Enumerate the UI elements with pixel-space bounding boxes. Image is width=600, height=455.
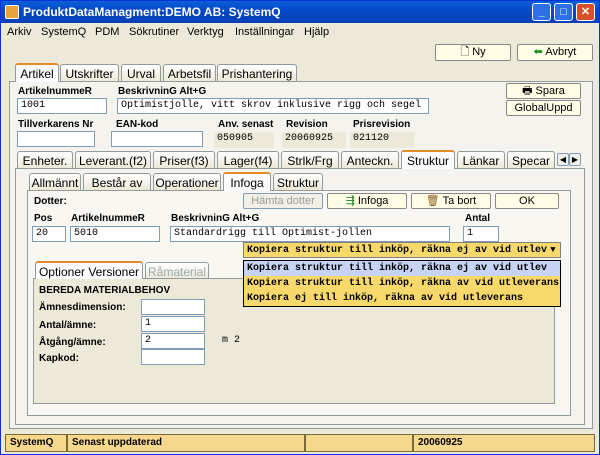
arrow-left-icon: ⬅ [533, 46, 546, 58]
material-heading: BEREDA MATERIALBEHOV [39, 285, 171, 296]
insert-button[interactable]: ⇶ Infoga [327, 193, 407, 209]
new-doc-icon: 🗋 [460, 46, 473, 58]
child-desc-label: BeskrivninG Alt+G [171, 213, 260, 224]
cut-code-input[interactable] [141, 349, 205, 365]
save-button[interactable]: 🖶 Spara [506, 83, 581, 99]
app-icon [5, 5, 19, 19]
status-date: 20060925 [413, 434, 595, 452]
usage-unit: m 2 [219, 334, 259, 350]
tab-lankar[interactable]: Länkar [457, 151, 505, 168]
cancel-button[interactable]: ⬅ Avbryt [517, 44, 593, 61]
trash-icon: 🗑 [425, 195, 443, 207]
tab-bestar-av[interactable]: Består av [83, 173, 151, 190]
window-title: ProduktDataManagment:DEMO AB: SystemQ [23, 5, 281, 19]
tab-artikel[interactable]: Artikel [15, 63, 59, 82]
tab-prishantering[interactable]: Prishantering [217, 64, 297, 81]
child-desc-input[interactable]: Standardrigg till Optimist-jollen [170, 226, 450, 242]
fetch-daughter-button[interactable]: Hämta dotter [243, 193, 323, 209]
pos-input[interactable]: 20 [32, 226, 66, 242]
qty-input[interactable]: 1 [463, 226, 499, 242]
usage-input[interactable]: 2 [141, 333, 205, 349]
arrow-left-icon: ◀ [559, 155, 567, 164]
copy-mode-select[interactable]: Kopiera struktur till inköp, räkna ej av… [243, 242, 561, 258]
printer-icon: 🖶 [522, 85, 536, 97]
menu-hjalp[interactable]: Hjälp [304, 26, 329, 38]
title-bar: ProduktDataManagment:DEMO AB: SystemQ _ … [1, 1, 599, 23]
tab-utskrifter[interactable]: Utskrifter [60, 64, 119, 81]
tab-optioner-versioner[interactable]: Optioner Versioner [35, 261, 143, 279]
revision-value: 20060925 [282, 132, 346, 148]
qty-label: Antal [465, 213, 490, 224]
copy-mode-dropdown: Kopiera struktur till inköp, räkna ej av… [243, 260, 561, 307]
price-revision-label: Prisrevision [353, 119, 411, 130]
ean-input[interactable] [111, 131, 203, 147]
arrow-right-icon: ▶ [571, 155, 579, 164]
tab-operationer[interactable]: Operationer [153, 173, 221, 190]
new-button[interactable]: 🗋 Ny [435, 44, 511, 61]
status-cell-empty [305, 434, 413, 452]
qty-per-blank-input[interactable]: 1 [141, 316, 205, 332]
article-desc-input[interactable]: Optimistjolle, vitt skrov inklusive rigg… [117, 98, 429, 114]
tab-scroll-right-button[interactable]: ▶ [569, 153, 581, 166]
dimension-label: Ämnesdimension: [39, 302, 126, 313]
tab-priser[interactable]: Priser(f3) [153, 151, 215, 168]
last-used-label: Anv. senast [218, 119, 274, 130]
tab-ramaterial[interactable]: Råmaterial [145, 262, 209, 279]
qty-per-blank-label: Antal/ämne: [39, 320, 97, 331]
price-revision-value: 021120 [350, 132, 414, 148]
maximize-button[interactable]: □ [554, 3, 573, 21]
tab-lager[interactable]: Lager(f4) [217, 151, 279, 168]
menu-bar: Arkiv SystemQ PDM Sökrutiner Verktyg Ins… [1, 23, 599, 42]
status-app: SystemQ [5, 434, 67, 452]
app-window: ProduktDataManagment:DEMO AB: SystemQ _ … [0, 0, 600, 455]
status-updated-label: Senast uppdaterad [67, 434, 305, 452]
cut-code-label: Kapkod: [39, 353, 79, 364]
menu-arkiv[interactable]: Arkiv [7, 26, 31, 38]
article-desc-label: BeskrivninG Alt+G [118, 86, 207, 97]
delete-button[interactable]: 🗑 Ta bort [411, 193, 491, 209]
global-update-button[interactable]: GlobalUppd [506, 100, 581, 116]
article-nr-label: ArtikelnummeR [18, 86, 92, 97]
last-used-value: 050905 [214, 132, 274, 148]
dropdown-option[interactable]: Kopiera struktur till inköp, räkna ej av… [244, 261, 560, 276]
tab-arbetsfil[interactable]: Arbetsfil [163, 64, 216, 81]
usage-label: Åtgång/ämne: [39, 337, 106, 348]
close-button[interactable]: ✕ [576, 3, 595, 21]
ean-label: EAN-kod [116, 119, 159, 130]
dimension-input[interactable] [141, 299, 205, 315]
tab-allmannt[interactable]: Allmännt [29, 173, 81, 190]
tab-specar[interactable]: Specar [507, 151, 555, 168]
chevron-down-icon[interactable]: ▼ [546, 243, 560, 257]
tab-leverant[interactable]: Leverant.(f2) [75, 151, 151, 168]
menu-systemq[interactable]: SystemQ [41, 26, 86, 38]
menu-sokrutiner[interactable]: Sökrutiner [129, 26, 179, 38]
tab-urval[interactable]: Urval [121, 64, 161, 81]
tab-strlk-frg[interactable]: Strlk/Frg [281, 151, 339, 168]
article-nr-input[interactable]: 1001 [17, 98, 107, 114]
ok-button[interactable]: OK [495, 193, 559, 209]
pos-label: Pos [34, 213, 53, 224]
tab-scroll-left-button[interactable]: ◀ [557, 153, 569, 166]
mfr-nr-label: Tillverkarens Nr [18, 119, 94, 130]
tab-anteckn[interactable]: Anteckn. [341, 151, 399, 168]
tab-struktur-sub[interactable]: Struktur [273, 173, 323, 190]
minimize-button[interactable]: _ [532, 3, 551, 21]
dropdown-option[interactable]: Kopiera struktur till inköp, räkna av vi… [244, 276, 560, 291]
child-nr-input[interactable]: 5010 [70, 226, 160, 242]
menu-installningar[interactable]: Inställningar [235, 26, 294, 38]
child-nr-label: ArtikelnummeR [71, 213, 145, 224]
menu-verktyg[interactable]: Verktyg [187, 26, 224, 38]
mfr-nr-input[interactable] [17, 131, 95, 147]
dropdown-option[interactable]: Kopiera ej till inköp, räkna av vid utle… [244, 291, 560, 306]
tab-infoga[interactable]: Infoga [223, 172, 271, 191]
tab-enheter[interactable]: Enheter. [17, 151, 73, 168]
tab-struktur[interactable]: Struktur [401, 150, 455, 169]
dotter-label: Dotter: [34, 196, 67, 207]
insert-icon: ⇶ [345, 195, 358, 207]
revision-label: Revision [286, 119, 328, 130]
menu-pdm[interactable]: PDM [95, 26, 119, 38]
status-bar: SystemQ Senast uppdaterad 20060925 [5, 434, 595, 452]
